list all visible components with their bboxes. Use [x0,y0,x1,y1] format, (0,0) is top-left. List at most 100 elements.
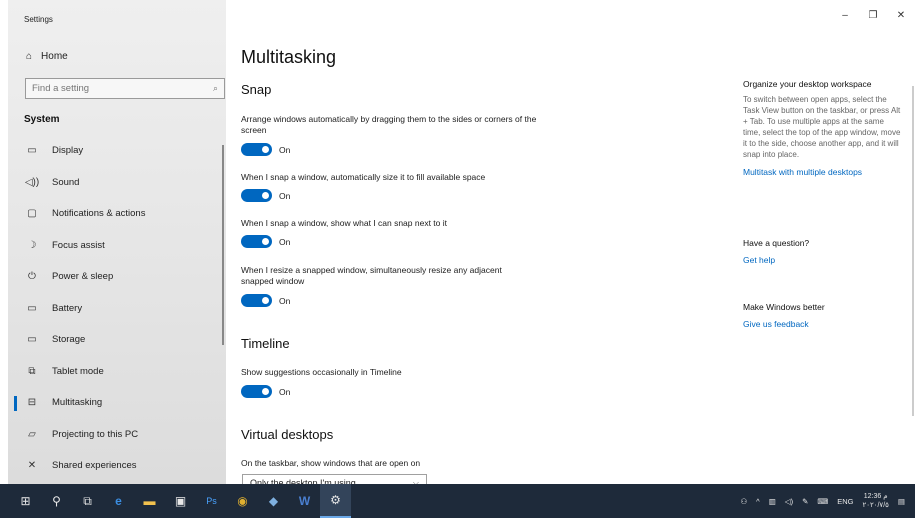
question-heading: Have a question? [743,238,810,248]
snap-setting-4-desc: When I resize a snapped window, simultan… [241,265,502,286]
maximize-icon[interactable]: ❐ [859,0,887,30]
pen-icon[interactable]: ✎ [802,497,808,506]
sidebar-item-label: Projecting to this PC [52,428,139,440]
organize-panel: Organize your desktop workspace To switc… [743,79,903,177]
storage-icon: ▭ [27,334,37,346]
sidebar-item-sound[interactable]: ◁)) Sound [8,167,226,199]
action-center-icon[interactable]: ▤ [898,497,905,506]
display-icon: ▭ [27,145,37,157]
sidebar-item-power-sleep[interactable]: ⏻ Power & sleep [8,261,226,293]
snap-setting-4-toggle-row[interactable]: On [241,294,290,307]
sidebar-item-label: Power & sleep [52,271,114,283]
clock[interactable]: 12:36 م ٢٠٢٠/٧/٥ [862,492,888,510]
edge-icon[interactable]: e [103,484,134,518]
toggle-knob [262,192,269,199]
snap-autosize-toggle[interactable] [241,189,272,202]
timeline-heading: Timeline [241,336,290,351]
snap-setting-1-toggle-row[interactable]: On [241,143,290,156]
multitask-desktops-link[interactable]: Multitask with multiple desktops [743,167,903,177]
settings-window: Settings ⌂ Home ⌕ System ▭ Display ◁)) S… [0,0,915,484]
snap-arrange-toggle[interactable] [241,143,272,156]
sidebar-nav: ▭ Display ◁)) Sound ▢ Notifications & ac… [8,135,226,482]
sidebar-item-display[interactable]: ▭ Display [8,135,226,167]
question-panel: Have a question? Get help [743,238,903,265]
sidebar-item-tablet-mode[interactable]: ⧉ Tablet mode [8,356,226,388]
snap-setting-2-desc: When I snap a window, automatically size… [241,172,486,182]
show-hidden-icon[interactable]: ^ [756,497,760,506]
search-input[interactable] [32,83,202,94]
virtual-desktops-desc: On the taskbar, show windows that are op… [241,458,421,468]
snap-heading: Snap [241,82,272,97]
timeline-setting-desc: Show suggestions occasionally in Timelin… [241,367,402,377]
sidebar-item-label: Tablet mode [52,365,104,377]
search-box[interactable]: ⌕ [25,78,225,99]
section-label-system: System [24,114,60,125]
sidebar-item-label: Notifications & actions [52,208,146,220]
projecting-icon: ▱ [28,428,36,440]
start-icon[interactable]: ⊞ [10,484,41,518]
toggle-knob [262,238,269,245]
store-icon[interactable]: ▣ [165,484,196,518]
volume-icon[interactable]: ◁) [785,497,793,506]
toggle-knob [262,388,269,395]
taskbar-icons: ⊞ ⚲ ⧉ e ▬ ▣ Ps ◉ ◆ W ⚙ [10,484,351,518]
language-indicator[interactable]: ENG [837,497,853,506]
timeline-suggestions-toggle[interactable] [241,385,272,398]
sidebar-item-storage[interactable]: ▭ Storage [8,324,226,356]
chrome-icon[interactable]: ◉ [227,484,258,518]
photoshop-icon[interactable]: Ps [196,484,227,518]
toggle-state-label: On [279,144,291,155]
snap-setting-3-toggle-row[interactable]: On [241,235,290,248]
sidebar-item-label: Focus assist [52,239,105,251]
network-icon[interactable]: ▥ [769,497,776,506]
sidebar-item-battery[interactable]: ▭ Battery [8,293,226,325]
close-icon[interactable]: ✕ [887,0,915,30]
search-icon[interactable]: ⚲ [41,484,72,518]
search-icon[interactable]: ⌕ [213,83,218,94]
give-feedback-link[interactable]: Give us feedback [743,319,903,329]
organize-heading: Organize your desktop workspace [743,79,872,89]
sidebar-item-label: Multitasking [52,397,103,409]
feedback-panel: Make Windows better Give us feedback [743,302,903,329]
snap-resize-toggle[interactable] [241,294,272,307]
focus-assist-icon: ☽ [27,239,37,251]
clock-date: ٢٠٢٠/٧/٥ [862,502,889,509]
sidebar-item-projecting[interactable]: ▱ Projecting to this PC [8,419,226,451]
page-title: Multitasking [241,47,337,67]
snap-setting-3-desc: When I snap a window, show what I can sn… [241,218,448,228]
settings-icon[interactable]: ⚙ [320,484,351,518]
system-tray: ⚇ ^ ▥ ◁) ✎ ⌨ ENG 12:36 م ٢٠٢٠/٧/٥ ▤ [740,492,915,510]
minimize-icon[interactable]: – [831,0,859,30]
get-help-link[interactable]: Get help [743,255,903,265]
sidebar-item-notifications[interactable]: ▢ Notifications & actions [8,198,226,230]
sidebar-item-label: Shared experiences [52,460,137,472]
shared-experiences-icon: ✕ [27,460,37,472]
multitasking-icon: ⊟ [27,397,37,409]
sound-icon: ◁)) [24,176,40,188]
sidebar-item-focus-assist[interactable]: ☽ Focus assist [8,230,226,262]
toggle-knob [262,297,269,304]
keyboard-icon[interactable]: ⌨ [817,497,828,506]
snap-assist-toggle[interactable] [241,235,272,248]
file-explorer-icon[interactable]: ▬ [134,484,165,518]
sidebar-scrollbar[interactable] [222,145,224,345]
home-icon: ⌂ [26,51,33,62]
better-heading: Make Windows better [743,302,825,312]
sidebar-item-label: Display [52,145,84,157]
app-icon[interactable]: ◆ [258,484,289,518]
power-icon: ⏻ [28,271,36,283]
timeline-toggle-row[interactable]: On [241,385,290,398]
sidebar-item-shared-experiences[interactable]: ✕ Shared experiences [8,450,226,482]
home-link[interactable]: ⌂ Home [26,51,68,62]
notifications-icon: ▢ [27,208,37,220]
sidebar-item-multitasking[interactable]: ⊟ Multitasking [8,387,226,419]
snap-setting-2-toggle-row[interactable]: On [241,189,290,202]
sidebar: Settings ⌂ Home ⌕ System ▭ Display ◁)) S… [8,0,226,484]
main-scrollbar[interactable] [912,86,914,416]
toggle-state-label: On [279,386,291,397]
task-view-icon[interactable]: ⧉ [72,484,103,518]
people-icon[interactable]: ⚇ [740,497,747,506]
word-icon[interactable]: W [289,484,320,518]
toggle-knob [262,146,269,153]
clock-time: 12:36 م [863,493,888,500]
